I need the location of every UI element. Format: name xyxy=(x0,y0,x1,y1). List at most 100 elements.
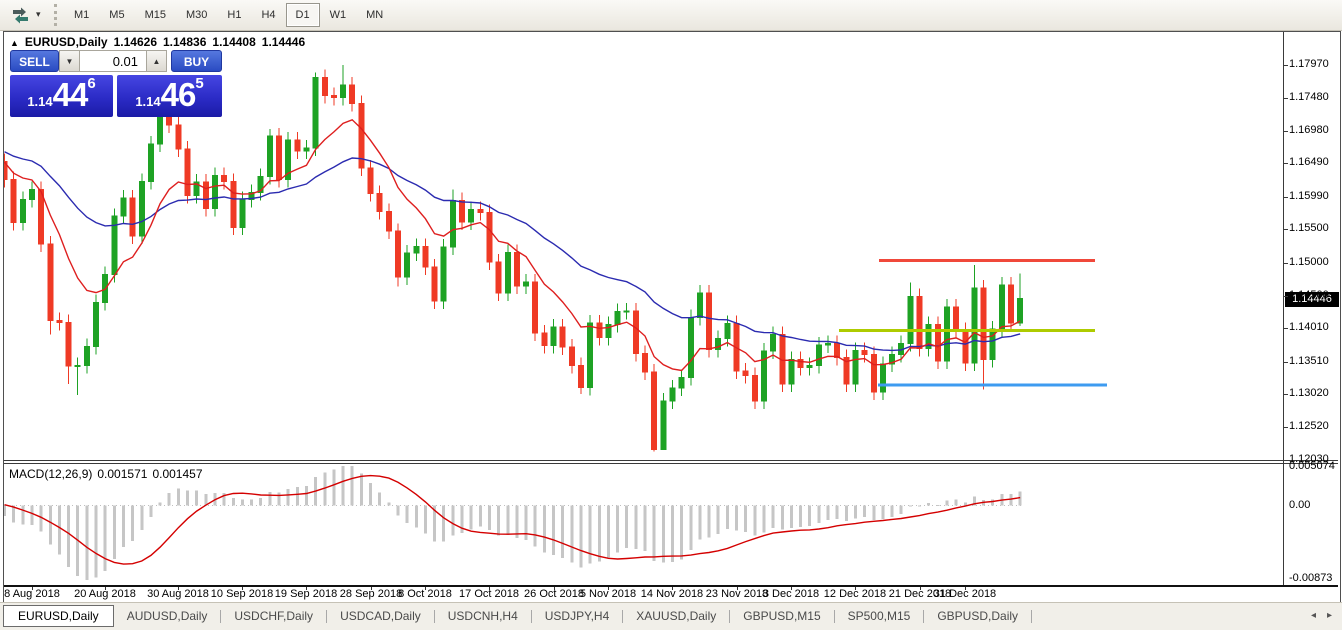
price-tick xyxy=(1283,65,1288,66)
macd-name: MACD(12,26,9) xyxy=(9,467,92,481)
sell-price: 1.14446 xyxy=(10,75,113,114)
timeframe-button-m5[interactable]: M5 xyxy=(99,3,134,27)
price-tick xyxy=(1283,362,1288,363)
timeframe-button-d1[interactable]: D1 xyxy=(286,3,320,27)
macd-axis-label: 0.005074 xyxy=(1289,460,1339,472)
tab-sp500-m15[interactable]: SP500,M15 xyxy=(835,606,924,626)
timeframe-button-m1[interactable]: M1 xyxy=(64,3,99,27)
tab-usdjpy-h4[interactable]: USDJPY,H4 xyxy=(532,606,622,626)
price-axis-label: 1.15990 xyxy=(1289,190,1339,202)
macd-signal-value: 0.001457 xyxy=(152,467,202,481)
date-tick xyxy=(737,587,738,590)
tab-separator xyxy=(1031,610,1032,623)
volume-increase-button[interactable]: ▲ xyxy=(147,50,167,72)
tab-usdcad-daily[interactable]: USDCAD,Daily xyxy=(327,606,434,626)
tab-gbpusd-daily[interactable]: GBPUSD,Daily xyxy=(924,606,1031,626)
chart-title: ▲ EURUSD,Daily 1.14626 1.14836 1.14408 1.1444… xyxy=(10,35,305,49)
symbol-period: EURUSD,Daily xyxy=(25,35,108,49)
price-tick xyxy=(1283,263,1288,264)
price-tick xyxy=(1283,131,1288,132)
sell-price-tile[interactable]: 1.14446 xyxy=(10,75,113,117)
date-tick xyxy=(608,587,609,590)
tab-gbpusd-m15[interactable]: GBPUSD,M15 xyxy=(730,606,833,626)
price-tick xyxy=(1283,163,1288,164)
buy-price: 1.14465 xyxy=(117,75,222,114)
date-tick xyxy=(105,587,106,590)
date-tick xyxy=(371,587,372,590)
price-tick xyxy=(1283,394,1288,395)
one-click-trading-panel: SELL ▼ ▲ BUY 1.14446 1.14465 xyxy=(4,50,228,148)
tab-usdchf-daily[interactable]: USDCHF,Daily xyxy=(221,606,326,626)
volume-input[interactable] xyxy=(79,50,147,72)
macd-value: 0.001571 xyxy=(97,467,147,481)
macd-pane[interactable] xyxy=(4,463,1283,585)
price-axis-label: 1.12520 xyxy=(1289,420,1339,432)
date-tick xyxy=(178,587,179,590)
dropdown-caret-icon[interactable]: ▾ xyxy=(36,9,41,20)
price-tick xyxy=(1283,296,1288,297)
price-axis-label: 1.13020 xyxy=(1289,387,1339,399)
price-axis-label: 1.17970 xyxy=(1289,58,1339,70)
toolbar-grip[interactable] xyxy=(54,4,57,26)
date-tick xyxy=(672,587,673,590)
chart-tab-bar: EURUSD,DailyAUDUSD,DailyUSDCHF,DailyUSDC… xyxy=(0,602,1342,630)
tab-eurusd-daily[interactable]: EURUSD,Daily xyxy=(3,605,114,627)
buy-button[interactable]: BUY xyxy=(171,50,222,72)
ohlc-close: 1.14446 xyxy=(262,35,305,49)
price-axis-label: 1.13510 xyxy=(1289,355,1339,367)
price-tick xyxy=(1283,328,1288,329)
ohlc-open: 1.14626 xyxy=(114,35,157,49)
collapse-triangle-icon[interactable]: ▲ xyxy=(10,38,19,48)
date-tick xyxy=(306,587,307,590)
ohlc-low: 1.14408 xyxy=(212,35,255,49)
price-axis-label: 1.16490 xyxy=(1289,156,1339,168)
date-tick xyxy=(425,587,426,590)
price-tick xyxy=(1283,197,1288,198)
time-axis-line xyxy=(4,585,1338,587)
price-tick xyxy=(1283,229,1288,230)
date-tick xyxy=(32,587,33,590)
chart-sync-icon[interactable] xyxy=(10,6,32,24)
date-tick xyxy=(965,587,966,590)
tab-audusd-daily[interactable]: AUDUSD,Daily xyxy=(114,606,221,626)
sell-button[interactable]: SELL xyxy=(10,50,59,72)
tabs-scroll-right-icon[interactable]: ▸ xyxy=(1327,610,1332,621)
timeframe-button-m15[interactable]: M15 xyxy=(135,3,176,27)
chart-window: ▲ EURUSD,Daily 1.14626 1.14836 1.14408 1.1444… xyxy=(3,31,1341,604)
macd-axis-label: -0.00873 xyxy=(1289,572,1339,584)
timeframe-button-h1[interactable]: H1 xyxy=(217,3,251,27)
date-tick xyxy=(489,587,490,590)
buy-price-tile[interactable]: 1.14465 xyxy=(117,75,222,117)
price-axis-label: 1.14010 xyxy=(1289,321,1339,333)
timeframe-toolbar: ▾ M1M5M15M30H1H4D1W1MN xyxy=(0,0,1342,31)
price-axis-label: 1.15000 xyxy=(1289,256,1339,268)
date-tick xyxy=(791,587,792,590)
date-tick xyxy=(920,587,921,590)
macd-indicator-label: MACD(12,26,9) 0.001571 0.001457 xyxy=(9,467,208,481)
ohlc-high: 1.14836 xyxy=(163,35,206,49)
date-tick xyxy=(242,587,243,590)
timeframe-button-mn[interactable]: MN xyxy=(356,3,393,27)
tab-usdcnh-h4[interactable]: USDCNH,H4 xyxy=(435,606,531,626)
tabs-scroll-left-icon[interactable]: ◂ xyxy=(1311,610,1316,621)
pane-splitter-lower xyxy=(4,463,1338,464)
timeframe-button-w1[interactable]: W1 xyxy=(320,3,357,27)
mt4-app: ▾ M1M5M15M30H1H4D1W1MN ▲ EURUSD,Daily 1.14… xyxy=(0,0,1342,629)
price-axis-label: 1.14500 xyxy=(1289,289,1339,301)
price-axis-label: 1.16980 xyxy=(1289,124,1339,136)
timeframe-button-m30[interactable]: M30 xyxy=(176,3,217,27)
timeframe-button-h4[interactable]: H4 xyxy=(251,3,285,27)
price-axis-label: 1.17480 xyxy=(1289,91,1339,103)
timeframe-buttons: M1M5M15M30H1H4D1W1MN xyxy=(64,3,393,27)
volume-decrease-button[interactable]: ▼ xyxy=(59,50,79,72)
date-tick xyxy=(855,587,856,590)
price-tick xyxy=(1283,427,1288,428)
price-tick xyxy=(1283,460,1288,461)
date-tick xyxy=(554,587,555,590)
price-axis-label: 1.15500 xyxy=(1289,222,1339,234)
price-tick xyxy=(1283,98,1288,99)
tab-xauusd-daily[interactable]: XAUUSD,Daily xyxy=(623,606,729,626)
pane-splitter[interactable] xyxy=(4,460,1338,461)
macd-axis-label: 0.00 xyxy=(1289,499,1339,511)
price-axis-divider xyxy=(1283,32,1284,585)
